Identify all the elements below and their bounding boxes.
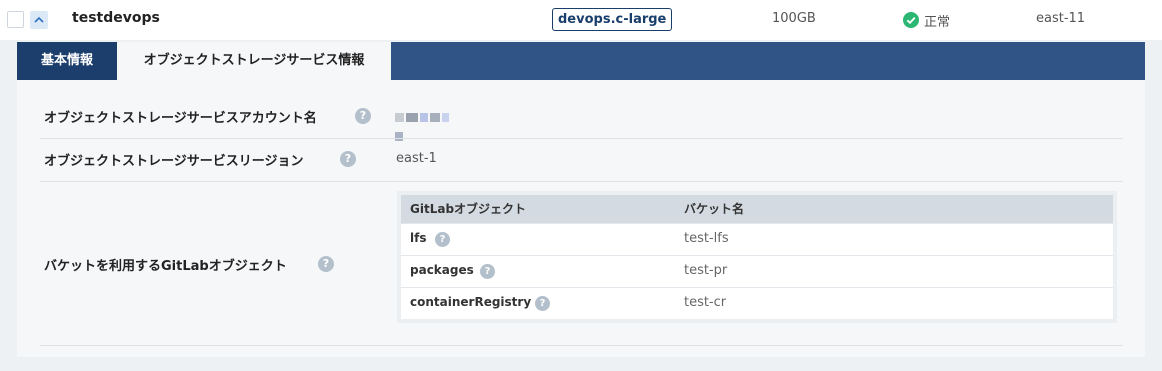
table-header: GitLabオブジェクト バケット名 [401, 195, 1113, 223]
table-row: lfs ? test-lfs [401, 223, 1113, 255]
column-header-bucket: バケット名 [684, 202, 745, 216]
region-text: east-11 [1036, 11, 1086, 26]
object-name: lfs [410, 231, 427, 245]
object-name: containerRegistry [410, 295, 532, 309]
instance-row: testdevops devops.c-large 100GB 正常 east-… [0, 0, 1162, 40]
help-icon[interactable]: ? [535, 296, 550, 311]
gitlab-objects-label: バケットを利用するGitLabオブジェクト [44, 259, 287, 274]
check-circle-icon [903, 12, 919, 28]
storage-capacity: 100GB [772, 11, 816, 26]
help-icon[interactable]: ? [355, 108, 371, 124]
column-header-object: GitLabオブジェクト [410, 202, 527, 216]
row-divider [40, 181, 1123, 182]
help-icon[interactable]: ? [318, 256, 334, 272]
region-value: east-1 [396, 151, 437, 166]
table-row: packages ? test-pr [401, 255, 1113, 287]
row-divider [40, 345, 1123, 346]
tab-basic-info[interactable]: 基本情報 [17, 42, 117, 80]
status-text: 正常 [924, 15, 951, 30]
help-icon[interactable]: ? [435, 232, 450, 247]
object-storage-panel: オブジェクトストレージサービスアカウント名 ? オブジェクトストレージサービスリ… [17, 80, 1145, 357]
account-name-label: オブジェクトストレージサービスアカウント名 [44, 111, 317, 126]
help-icon[interactable]: ? [340, 151, 356, 167]
region-label: オブジェクトストレージサービスリージョン [44, 154, 304, 169]
tab-object-storage-info[interactable]: オブジェクトストレージサービス情報 [117, 42, 391, 80]
plan-badge: devops.c-large [552, 8, 673, 31]
chevron-up-icon [34, 16, 44, 23]
bucket-name: test-lfs [684, 231, 729, 246]
gitlab-objects-table: GitLabオブジェクト バケット名 lfs ? test-lfs packag… [397, 191, 1117, 323]
bucket-name: test-pr [684, 263, 728, 278]
account-name-value-redacted [395, 107, 457, 141]
bucket-name: test-cr [684, 295, 727, 310]
table-row: containerRegistry ? test-cr [401, 287, 1113, 319]
instance-name[interactable]: testdevops [72, 10, 160, 26]
object-name: packages [410, 263, 474, 277]
collapse-toggle-button[interactable] [30, 11, 48, 29]
row-divider [40, 138, 1123, 139]
detail-tab-bar: 基本情報 オブジェクトストレージサービス情報 [17, 42, 1145, 80]
help-icon[interactable]: ? [480, 264, 495, 279]
row-select-checkbox[interactable] [7, 11, 24, 28]
